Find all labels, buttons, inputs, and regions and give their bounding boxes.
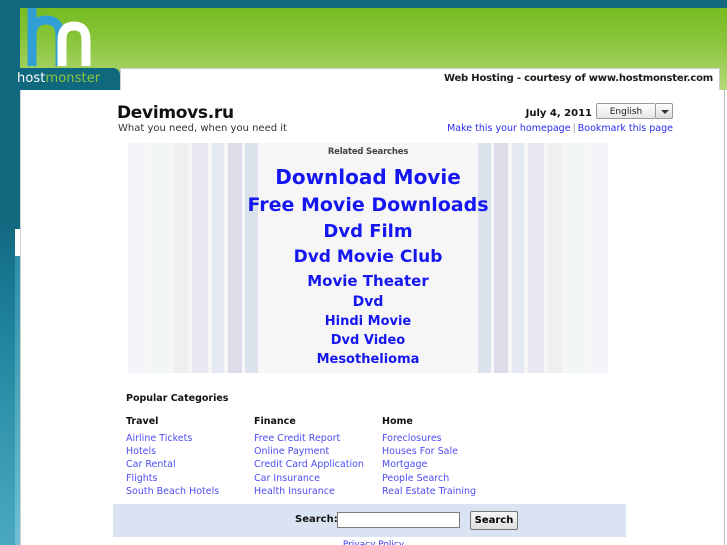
category-link[interactable]: Foreclosures	[382, 432, 510, 445]
popular-categories-heading: Popular Categories	[126, 393, 229, 404]
related-search-link[interactable]: Dvd Movie Club	[128, 247, 608, 267]
courtesy-bar: Web Hosting - courtesy of www.hostmonste…	[120, 68, 720, 90]
category-link[interactable]: People Search	[382, 472, 510, 485]
make-homepage-link[interactable]: Make this your homepage	[447, 123, 570, 134]
related-search-link[interactable]: Dvd	[128, 294, 608, 310]
search-input[interactable]	[337, 512, 460, 528]
category-column-title: Travel	[126, 416, 159, 427]
category-link[interactable]: Houses For Sale	[382, 445, 510, 458]
main-content-panel: Devimovs.ru What you need, when you need…	[20, 90, 725, 545]
related-search-link[interactable]: Movie Theater	[128, 272, 608, 290]
category-link[interactable]: Airline Tickets	[126, 432, 254, 445]
related-searches-heading: Related Searches	[327, 147, 409, 157]
page-tagline: What you need, when you need it	[118, 123, 287, 134]
page-title: Devimovs.ru	[117, 103, 234, 123]
category-column-title: Finance	[254, 416, 296, 427]
related-search-link[interactable]: Hindi Movie	[128, 314, 608, 329]
hostmonster-lettermark-icon	[22, 6, 112, 68]
logo-text-host: host	[17, 71, 46, 86]
category-column: Finance Free Credit Report Online Payment C…	[254, 416, 382, 498]
footer-privacy: Privacy Policy	[21, 540, 726, 545]
category-link[interactable]: Hotels	[126, 445, 254, 458]
category-column-title: Home	[382, 416, 413, 427]
current-date: July 4, 2011	[525, 108, 592, 119]
search-button[interactable]: Search	[470, 511, 518, 530]
popular-categories-columns: Travel Airline Tickets Hotels Car Rental Fli…	[126, 416, 546, 498]
related-search-link[interactable]: Free Movie Downloads	[128, 194, 608, 216]
category-link[interactable]: Car Insurance	[254, 472, 382, 485]
chevron-down-icon[interactable]	[656, 103, 673, 119]
page-root: Web Hosting - courtesy of www.hostmonste…	[0, 0, 727, 545]
language-select[interactable]: English	[596, 103, 656, 119]
related-search-link[interactable]: Dvd Film	[128, 221, 608, 242]
related-searches-panel: Related Searches Download Movie Free Movi…	[128, 143, 608, 373]
bookmark-page-link[interactable]: Bookmark this page	[578, 123, 673, 134]
related-searches-list: Related Searches Download Movie Free Movi…	[128, 143, 608, 373]
related-search-link[interactable]: Download Movie	[128, 165, 608, 189]
category-link[interactable]: Flights	[126, 472, 254, 485]
hostmonster-logo-tab[interactable]: hostmonster	[8, 68, 120, 90]
link-separator: |	[572, 123, 576, 134]
category-link[interactable]: South Beach Hotels	[126, 485, 254, 498]
category-link[interactable]: Credit Card Application	[254, 458, 382, 471]
category-link[interactable]: Mortgage	[382, 458, 510, 471]
category-link[interactable]: Free Credit Report	[254, 432, 382, 445]
category-link[interactable]: Online Payment	[254, 445, 382, 458]
category-link[interactable]: Health Insurance	[254, 485, 382, 498]
courtesy-text: Web Hosting - courtesy of www.hostmonste…	[444, 73, 713, 84]
logo-text-monster: monster	[45, 71, 101, 86]
related-search-links: Download Movie Free Movie Downloads Dvd Fi…	[128, 165, 608, 367]
search-label: Search:	[295, 514, 338, 525]
popular-categories-section: Popular Categories Travel Airline Tickets…	[126, 393, 546, 498]
category-link[interactable]: Car Rental	[126, 458, 254, 471]
related-search-link[interactable]: Mesothelioma	[128, 352, 608, 367]
search-bar: Search: Search	[113, 504, 626, 537]
related-search-link[interactable]: Dvd Video	[128, 333, 608, 348]
privacy-policy-link[interactable]: Privacy Policy	[343, 540, 404, 545]
category-link[interactable]: Real Estate Training	[382, 485, 510, 498]
category-column: Home Foreclosures Houses For Sale Mortgage P…	[382, 416, 510, 498]
category-column: Travel Airline Tickets Hotels Car Rental Fli…	[126, 416, 254, 498]
header-utility-links: Make this your homepage | Bookmark this pa…	[447, 123, 673, 134]
